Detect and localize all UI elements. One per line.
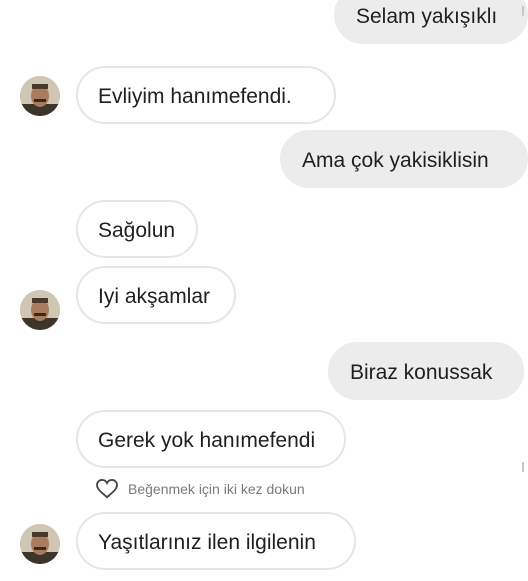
message-bubble-received[interactable]: Sağolun <box>76 200 198 258</box>
profile-photo-avatar <box>20 76 60 116</box>
message-bubble-received[interactable]: Gerek yok hanımefendi <box>76 410 346 468</box>
avatar[interactable] <box>20 290 60 330</box>
double-tap-like-hint[interactable]: Beğenmek için iki kez dokun <box>96 477 305 501</box>
chat-thread: Selam yakışıklı Evliyim hanımefendi. Ama… <box>0 0 528 581</box>
scrollbar-indicator[interactable] <box>522 6 524 16</box>
message-bubble-sent[interactable]: Selam yakışıklı <box>334 0 528 44</box>
message-text: Evliyim hanımefendi. <box>98 85 292 108</box>
message-text: Gerek yok hanımefendi <box>98 429 316 452</box>
message-text: Ama çok yakisiklisin <box>302 149 489 172</box>
avatar[interactable] <box>20 76 60 116</box>
heart-outline-icon[interactable] <box>96 479 118 499</box>
scrollbar-indicator[interactable] <box>522 462 524 472</box>
avatar[interactable] <box>20 524 60 564</box>
message-text: Yaşıtlarınız ilen ilgilenin <box>98 531 316 554</box>
profile-photo-avatar <box>20 524 60 564</box>
message-text: Biraz konussak <box>350 361 493 384</box>
like-hint-text: Beğenmek için iki kez dokun <box>128 481 305 497</box>
message-bubble-received[interactable]: Yaşıtlarınız ilen ilgilenin <box>76 512 356 570</box>
profile-photo-avatar <box>20 290 60 330</box>
message-text: Selam yakışıklı <box>356 5 498 28</box>
message-bubble-received[interactable]: Evliyim hanımefendi. <box>76 66 336 124</box>
message-bubble-sent[interactable]: Ama çok yakisiklisin <box>280 130 528 188</box>
message-text: Sağolun <box>98 219 176 242</box>
message-bubble-received[interactable]: Iyi akşamlar <box>76 266 236 324</box>
message-bubble-sent[interactable]: Biraz konussak <box>328 342 524 400</box>
message-text: Iyi akşamlar <box>98 285 211 308</box>
